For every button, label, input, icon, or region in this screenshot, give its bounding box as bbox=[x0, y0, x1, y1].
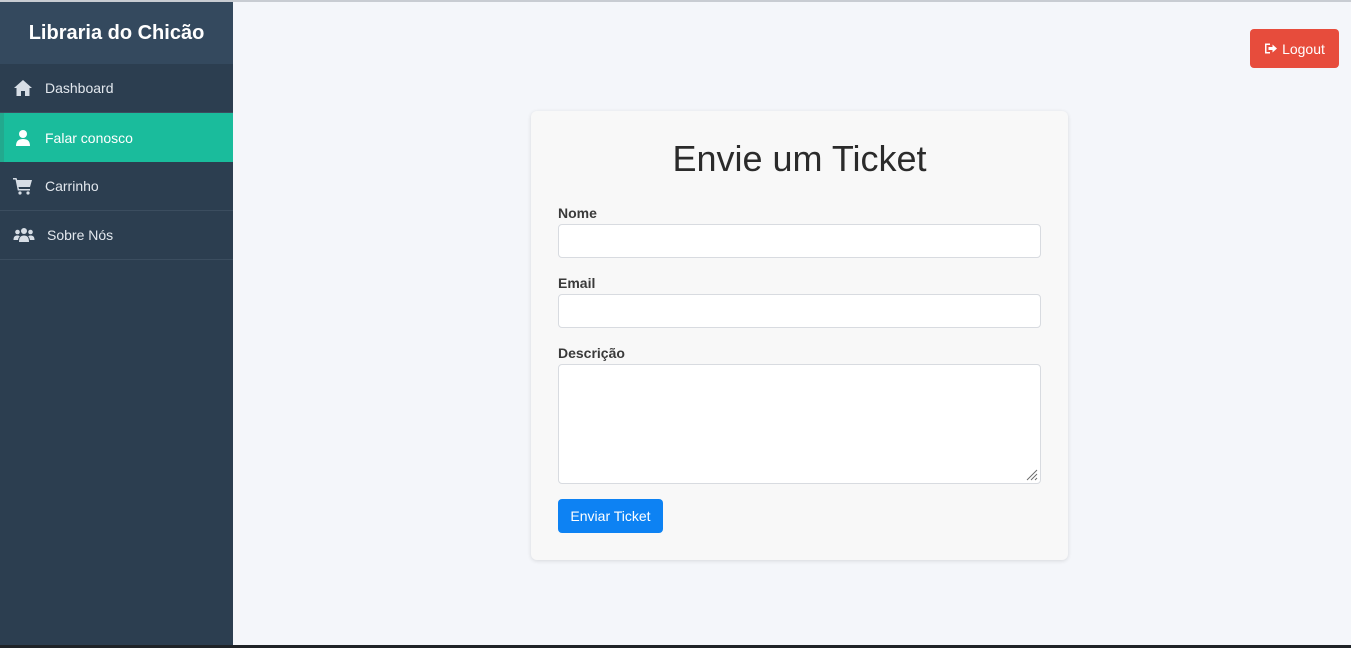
logout-button[interactable]: Logout bbox=[1250, 29, 1339, 68]
sidebar-item-carrinho[interactable]: Carrinho bbox=[0, 162, 233, 211]
name-field[interactable] bbox=[558, 224, 1041, 258]
name-label: Nome bbox=[558, 205, 597, 221]
home-icon bbox=[13, 78, 33, 98]
sidebar-item-label: Falar conosco bbox=[45, 129, 133, 146]
cart-icon bbox=[13, 176, 33, 196]
description-textarea[interactable] bbox=[558, 364, 1041, 484]
sidebar-item-label: Carrinho bbox=[45, 178, 99, 194]
logout-label: Logout bbox=[1282, 40, 1325, 57]
description-label: Descrição bbox=[558, 345, 625, 361]
sidebar: Libraria do Chicão Dashboard Falar conos… bbox=[0, 2, 233, 645]
submit-ticket-button[interactable]: Enviar Ticket bbox=[558, 499, 663, 533]
sign-out-icon bbox=[1264, 42, 1278, 55]
sidebar-item-dashboard[interactable]: Dashboard bbox=[0, 64, 233, 113]
sidebar-item-label: Sobre Nós bbox=[47, 227, 114, 243]
sidebar-item-label: Dashboard bbox=[45, 80, 114, 96]
brand-title: Libraria do Chicão bbox=[0, 2, 233, 64]
sidebar-item-sobre-nos[interactable]: Sobre Nós bbox=[0, 211, 233, 260]
email-label: Email bbox=[558, 275, 596, 291]
ticket-form-card: Envie um Ticket Nome Email Descrição Env… bbox=[531, 111, 1068, 560]
user-icon bbox=[13, 128, 33, 148]
users-icon bbox=[13, 225, 35, 245]
page-title: Envie um Ticket bbox=[672, 138, 927, 179]
sidebar-item-falar-conosco[interactable]: Falar conosco bbox=[0, 113, 233, 162]
resize-grip-icon[interactable] bbox=[1024, 467, 1038, 481]
email-field[interactable] bbox=[558, 294, 1041, 328]
